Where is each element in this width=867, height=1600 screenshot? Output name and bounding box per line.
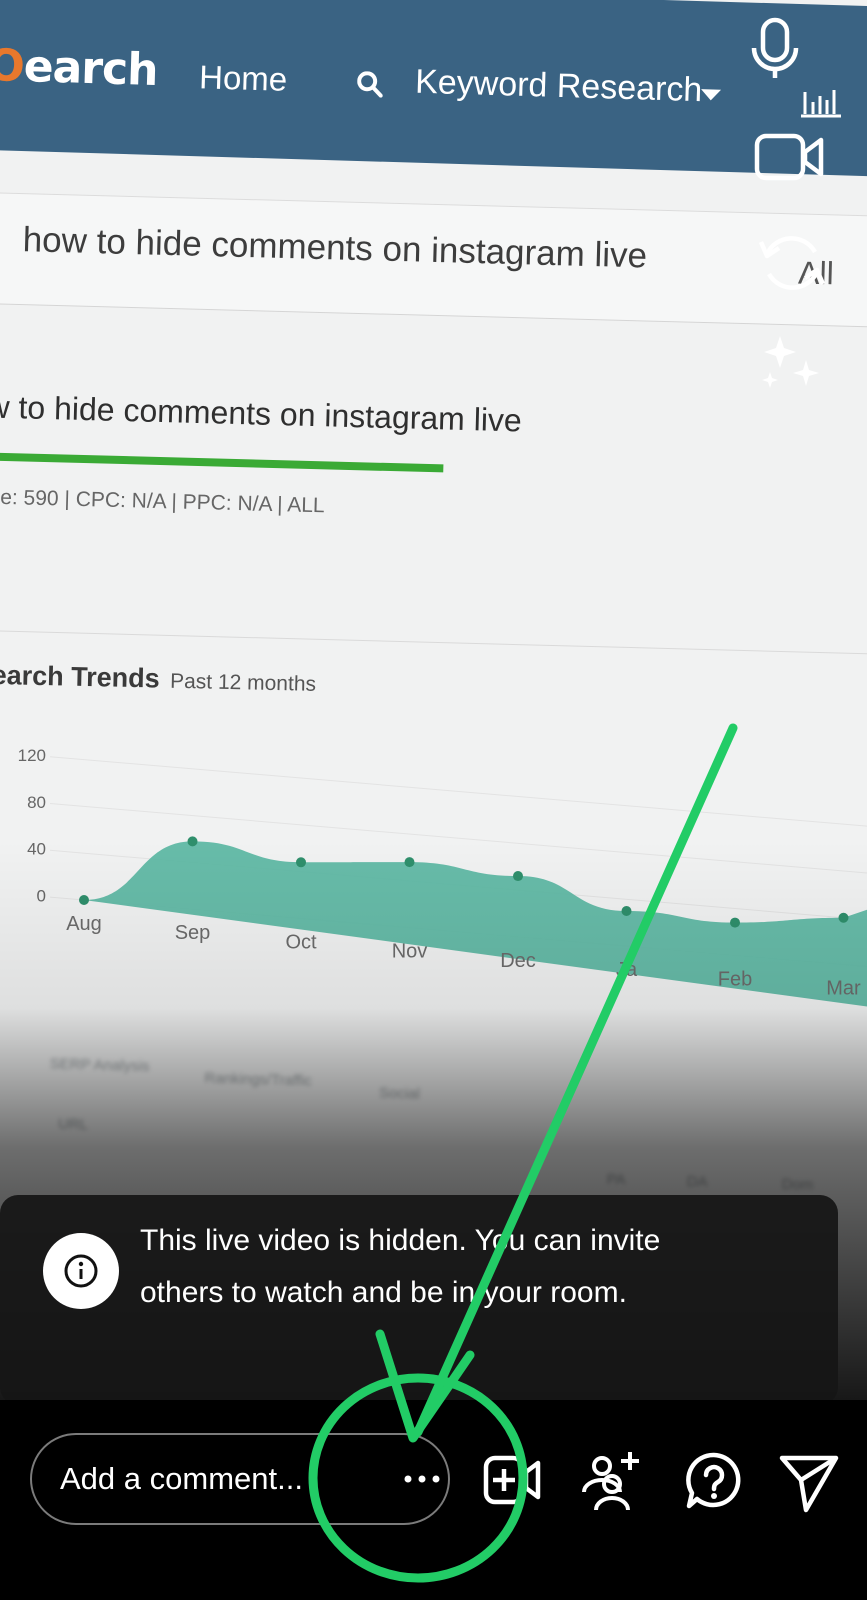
blurred-text: Dom	[781, 1175, 814, 1194]
stats-icon[interactable]	[795, 78, 845, 128]
more-options-button[interactable]	[400, 1457, 444, 1501]
nav-home-link: Home	[198, 58, 288, 98]
nav-keyword-research-link: Keyword Research	[414, 62, 703, 110]
add-guest-icon[interactable]	[582, 1450, 644, 1512]
search-trends-title: earch Trends	[0, 660, 161, 694]
x-tick-label: Dec	[500, 950, 536, 972]
y-tick-label: 120	[18, 746, 46, 765]
divider	[0, 630, 867, 656]
chart-point	[404, 857, 415, 868]
chart-point	[79, 895, 89, 905]
add-video-icon[interactable]	[483, 1450, 545, 1512]
blurred-text: Rankings/Traffic	[204, 1069, 313, 1090]
chart-point	[730, 917, 740, 928]
keyword-difficulty-bar	[0, 451, 444, 473]
search-trends-chart: 120 80 40 0 Aug Sep Oct Nov Dec Ja Feb Mar	[18, 746, 867, 1007]
comment-placeholder: Add a comment...	[60, 1461, 303, 1496]
keyword-title: ow to hide comments on instagram live	[0, 387, 523, 439]
x-tick-label: Feb	[718, 968, 752, 990]
effects-icon[interactable]	[756, 334, 826, 404]
blurred-text: Social	[378, 1084, 421, 1103]
chart-point	[513, 871, 523, 882]
y-tick-label: 40	[27, 840, 46, 859]
y-tick-label: 0	[37, 886, 46, 905]
keyword-metrics: lume: 590 | CPC: N/A | PPC: N/A | ALL	[0, 484, 325, 518]
info-icon	[43, 1233, 119, 1309]
blurred-text: SERP Analysis	[49, 1055, 150, 1076]
question-icon[interactable]	[683, 1450, 745, 1512]
blurred-text: URL	[57, 1115, 89, 1134]
y-tick-label: 80	[27, 793, 46, 812]
chart-point	[621, 906, 632, 917]
x-tick-label: Oct	[285, 931, 317, 953]
notice-message: This live video is hidden. You can invit…	[140, 1215, 790, 1319]
camera-feed: Oearch Home Keyword Research how to hide…	[0, 0, 867, 1400]
flip-camera-icon[interactable]	[757, 228, 827, 298]
site-navbar: Oearch Home Keyword Research	[0, 0, 867, 177]
microphone-icon[interactable]	[740, 14, 810, 84]
search-trends-subtitle: Past 12 months	[169, 669, 317, 696]
chart-point	[838, 912, 849, 923]
notice-line-2: others to watch and be in your room.	[140, 1276, 627, 1309]
keyword-card: ow to hide comments on instagram live lu…	[0, 360, 867, 604]
blurred-text: DA	[686, 1173, 708, 1191]
search-query-text: how to hide comments on instagram live	[22, 220, 648, 276]
camera-icon[interactable]	[754, 122, 825, 192]
hidden-live-notice: This live video is hidden. You can invit…	[0, 1195, 838, 1405]
x-tick-label: Mar	[826, 978, 861, 1000]
live-bottom-bar: Add a comment...	[0, 1400, 867, 1600]
x-tick-label: Sep	[175, 922, 211, 944]
notice-line-1: This live video is hidden. You can invit…	[140, 1224, 661, 1257]
chart-point	[187, 836, 198, 847]
site-logo: Oearch	[0, 39, 159, 96]
keyword-search-field: how to hide comments on instagram live A…	[0, 192, 867, 329]
share-icon[interactable]	[778, 1450, 840, 1513]
x-tick-label: Ja	[616, 959, 638, 981]
chevron-down-icon	[700, 89, 722, 101]
search-trends-header: earch Trends Past 12 months	[0, 660, 316, 698]
chart-gridline	[49, 756, 867, 827]
search-icon	[357, 71, 384, 98]
blurred-text: PA	[606, 1170, 626, 1189]
chart-point	[296, 857, 306, 868]
x-tick-label: Aug	[66, 913, 102, 935]
x-tick-label: Nov	[392, 941, 428, 963]
live-stream-screen: Oearch Home Keyword Research how to hide…	[0, 0, 867, 1600]
comment-input[interactable]: Add a comment...	[30, 1433, 450, 1525]
